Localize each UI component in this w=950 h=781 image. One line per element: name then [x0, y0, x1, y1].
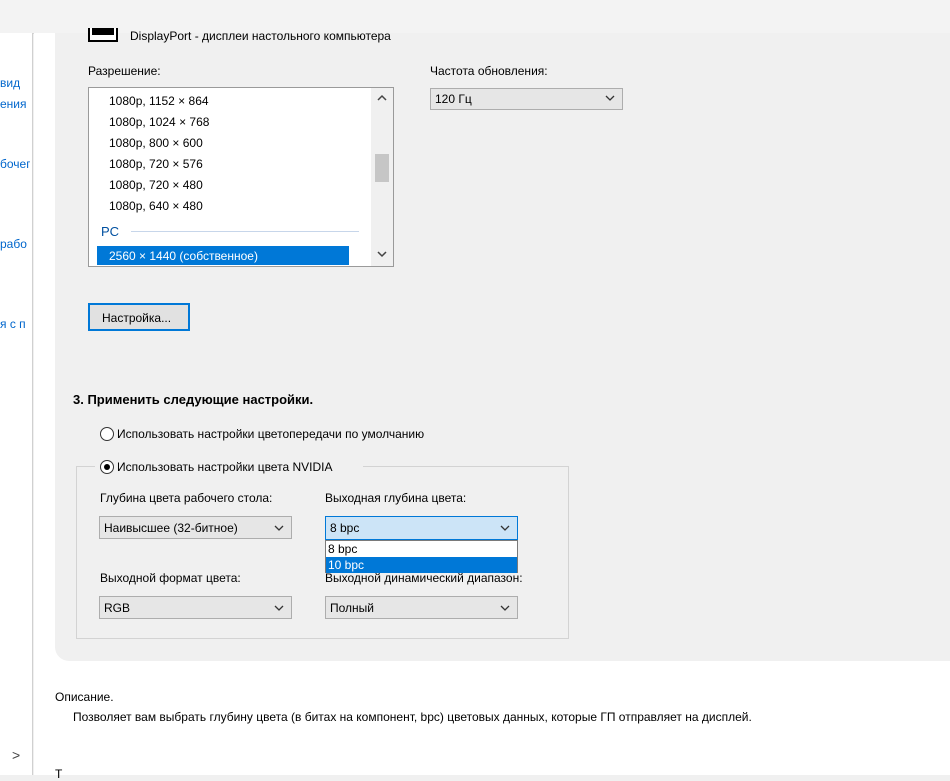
resolution-option[interactable]: 1080p, 640 × 480: [109, 199, 203, 213]
chevron-up-icon: [377, 94, 387, 101]
section-title: 3. Применить следующие настройки.: [73, 392, 314, 407]
chevron-right-icon: >: [12, 747, 21, 763]
scroll-thumb[interactable]: [375, 154, 389, 182]
left-nav-link[interactable]: вид: [0, 76, 30, 90]
output-depth-option-label: 10 bpc: [328, 558, 365, 572]
resolution-selected-label: 2560 × 1440 (собственное): [109, 249, 258, 263]
left-nav-pane: [0, 33, 33, 775]
left-nav-link[interactable]: рабо: [0, 237, 30, 251]
left-nav-link[interactable]: ения ,: [0, 97, 30, 111]
left-nav-link[interactable]: бочег: [0, 157, 30, 171]
customize-button-label: Настройка...: [102, 311, 172, 325]
radio-nvidia-label: Использовать настройки цвета NVIDIA: [117, 460, 333, 474]
group-divider: [131, 231, 359, 232]
description-text: Позволяет вам выбрать глубину цвета (в б…: [73, 710, 752, 724]
dynamic-range-value: Полный: [330, 601, 374, 615]
scroll-up-button[interactable]: [375, 92, 389, 107]
dynamic-range-select[interactable]: Полный: [325, 596, 518, 619]
resolution-group-header: PC: [101, 224, 120, 239]
resolution-option-selected[interactable]: 2560 × 1440 (собственное): [97, 246, 349, 265]
resolution-option[interactable]: 1080p, 800 × 600: [109, 136, 203, 150]
left-nav-link[interactable]: я с п: [0, 317, 30, 331]
chevron-down-icon: [273, 522, 285, 534]
output-depth-value: 8 bpc: [330, 521, 360, 535]
resolution-scrollbar[interactable]: [371, 88, 393, 266]
chevron-down-icon: [377, 251, 387, 258]
radio-default-label: Использовать настройки цветопередачи по …: [117, 427, 425, 441]
resolution-label: Разрешение:: [88, 64, 161, 78]
output-depth-option-label: 8 bpc: [328, 542, 358, 556]
radio-default-color[interactable]: [100, 427, 114, 441]
chevron-down-icon: [499, 522, 511, 534]
refresh-rate-select[interactable]: 120 Гц: [430, 88, 623, 110]
cut-off-text: Т: [55, 767, 63, 781]
output-format-select[interactable]: RGB: [99, 596, 292, 619]
desktop-depth-value: Наивысшее (32-битное): [104, 521, 238, 535]
desktop-depth-label: Глубина цвета рабочего стола:: [100, 491, 273, 505]
refresh-rate-label: Частота обновления:: [430, 64, 548, 78]
output-depth-option-highlighted[interactable]: 10 bpc: [326, 557, 517, 573]
resolution-option[interactable]: 1080p, 1024 × 768: [109, 115, 209, 129]
resolution-listbox[interactable]: 1080p, 1152 × 864 1080p, 1024 × 768 1080…: [88, 87, 394, 267]
chevron-down-icon: [604, 92, 616, 104]
scroll-down-button[interactable]: [375, 248, 389, 263]
output-format-label: Выходной формат цвета:: [100, 571, 241, 585]
radio-nvidia-color[interactable]: [100, 460, 114, 474]
dynamic-range-label: Выходной динамический диапазон:: [325, 571, 523, 585]
nav-scroll-right-button[interactable]: >: [0, 745, 32, 767]
resolution-option[interactable]: 1080p, 1152 × 864: [109, 94, 209, 108]
resolution-option[interactable]: 1080p, 720 × 480: [109, 178, 203, 192]
chevron-down-icon: [273, 602, 285, 614]
resolution-option[interactable]: 1080p, 720 × 576: [109, 157, 203, 171]
output-depth-select[interactable]: 8 bpc: [325, 516, 518, 540]
refresh-rate-value: 120 Гц: [435, 92, 472, 106]
chevron-down-icon: [499, 602, 511, 614]
output-depth-option[interactable]: 8 bpc: [326, 541, 517, 557]
output-depth-dropdown-list[interactable]: 8 bpc 10 bpc: [325, 540, 518, 573]
monitor-icon: [88, 28, 118, 42]
output-format-value: RGB: [104, 601, 131, 615]
desktop-depth-select[interactable]: Наивысшее (32-битное): [99, 516, 292, 539]
display-name: DisplayPort - дисплеи настольного компью…: [130, 29, 391, 43]
customize-button[interactable]: Настройка...: [88, 303, 190, 331]
output-depth-label: Выходная глубина цвета:: [325, 491, 467, 505]
description-label: Описание.: [55, 690, 114, 704]
